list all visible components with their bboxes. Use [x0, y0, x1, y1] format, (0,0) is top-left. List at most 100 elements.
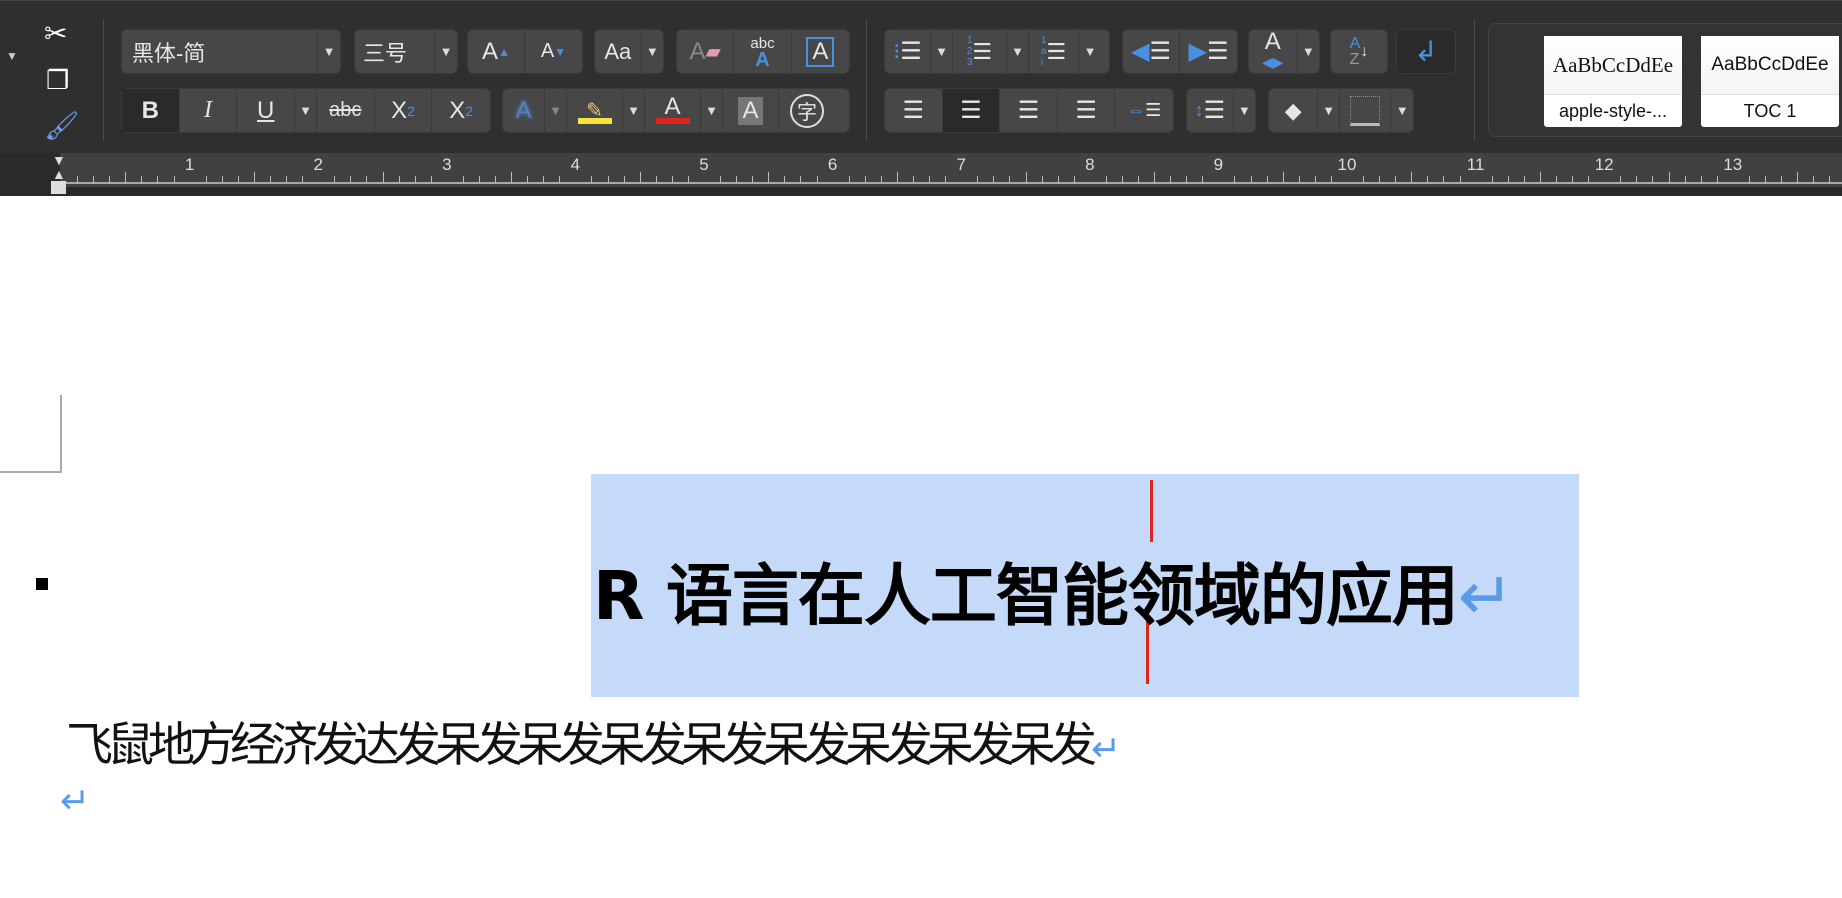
ruler-tick: [1009, 176, 1011, 182]
distributed-button[interactable]: ⇔ ☰: [1115, 89, 1173, 132]
borders-button[interactable]: [1340, 89, 1392, 132]
ruler-tick: [880, 176, 882, 182]
ruler-tick: [1748, 176, 1750, 182]
cut-icon[interactable]: ✂: [44, 17, 67, 50]
ruler-tick: [848, 176, 850, 182]
shading-button[interactable]: ◆: [1269, 89, 1319, 132]
ruler-tick: [1234, 176, 1236, 182]
ruler-tick: [671, 176, 673, 182]
format-painter-icon[interactable]: 🖌: [44, 109, 80, 142]
highlight-button[interactable]: ✎: [567, 89, 623, 132]
ruler-tick: [221, 176, 223, 182]
ruler-tick: [1572, 176, 1574, 182]
multilevel-list-button[interactable]: 1 a i ☰: [1029, 30, 1079, 73]
chevron-down-icon[interactable]: ▼: [318, 30, 340, 73]
align-right-button[interactable]: ☰: [1000, 89, 1058, 132]
align-center-button[interactable]: ☰: [942, 89, 1001, 132]
chevron-down-icon[interactable]: ▼: [623, 89, 645, 132]
numbering-button[interactable]: 1 2 3 ☰: [953, 30, 1007, 73]
ruler-tick: [1443, 176, 1445, 182]
change-case-button[interactable]: Aa: [595, 30, 642, 73]
ruler-tick: [1121, 176, 1123, 182]
divider: [866, 19, 867, 141]
ruler-tick: [430, 176, 432, 182]
ruler-tick: [205, 176, 207, 182]
ruler-tick: [1620, 176, 1622, 182]
character-shading-button[interactable]: A: [723, 89, 779, 132]
font-name-select[interactable]: 黑体-简 ▼: [121, 29, 341, 74]
character-spacing-button[interactable]: A ◀▶: [1249, 29, 1298, 73]
ruler-tick: [816, 176, 818, 182]
chevron-down-icon[interactable]: ▼: [1298, 30, 1319, 73]
text-box-button[interactable]: A: [792, 30, 849, 73]
ruler-tick: [1202, 176, 1204, 182]
ruler-number: 5: [699, 155, 709, 174]
ruler-tick: [1684, 176, 1686, 182]
decrease-indent-button[interactable]: ◀ ☰: [1123, 30, 1181, 73]
chevron-down-icon[interactable]: ▼: [931, 30, 953, 73]
left-indent-marker[interactable]: [51, 181, 66, 194]
superscript-button[interactable]: X2: [432, 89, 490, 132]
strikethrough-button[interactable]: abc: [317, 89, 375, 132]
align-left-button[interactable]: ☰: [885, 89, 943, 132]
ruler-tick: [1330, 176, 1332, 182]
justify-button[interactable]: ☰: [1058, 89, 1116, 132]
ruler-number: 12: [1594, 155, 1614, 174]
divider: [103, 19, 104, 141]
font-size-select[interactable]: 三号 ▼: [354, 29, 458, 74]
ruler-tick: [77, 176, 79, 182]
chevron-down-icon[interactable]: ▼: [295, 89, 317, 132]
ruler-tick: [1700, 176, 1702, 182]
ruler-tick: [591, 176, 593, 182]
increase-indent-button[interactable]: ▶ ☰: [1180, 30, 1237, 73]
collapse-arrow-icon[interactable]: ▼: [6, 49, 18, 63]
text-effects-button[interactable]: A: [503, 89, 545, 132]
chevron-down-icon[interactable]: ▼: [642, 30, 663, 73]
font-name-value: 黑体-简: [122, 30, 318, 73]
chevron-down-icon[interactable]: ▼: [1079, 30, 1101, 73]
chevron-down-icon[interactable]: ▼: [1007, 30, 1029, 73]
ruler-tick: [977, 176, 979, 182]
font-size-value: 三号: [355, 30, 435, 73]
ruler-tick: [720, 176, 722, 182]
chevron-down-icon[interactable]: ▼: [435, 30, 457, 73]
ruler-tick: [1041, 176, 1043, 182]
ruler-tick: [1170, 176, 1172, 182]
subscript-button[interactable]: X2: [375, 89, 433, 132]
style-apple-style[interactable]: AaBbCcDdEe apple-style-...: [1544, 36, 1682, 127]
ruler-number: 7: [956, 155, 966, 174]
chevron-down-icon[interactable]: ▼: [1234, 89, 1255, 132]
enclose-characters-button[interactable]: 字: [779, 89, 835, 132]
copy-icon[interactable]: ❐: [46, 65, 69, 96]
first-line-indent-marker[interactable]: ▼ ▲: [52, 153, 66, 181]
font-color-button[interactable]: A: [645, 89, 701, 132]
style-toc-1[interactable]: AaBbCcDdEe TOC 1: [1701, 36, 1839, 127]
ruler-tick: [1459, 176, 1461, 182]
chevron-down-icon[interactable]: ▼: [701, 89, 723, 132]
line-spacing-button[interactable]: ↕ ☰: [1187, 89, 1234, 132]
clear-formatting-button[interactable]: A ▰: [677, 30, 735, 73]
bullets-button[interactable]: ⁝ ☰: [885, 30, 931, 73]
sort-button[interactable]: A Z ↓: [1331, 30, 1387, 73]
shrink-font-button[interactable]: A ▼: [525, 30, 582, 73]
ruler-tick: [752, 176, 754, 182]
style-name: TOC 1: [1701, 94, 1839, 127]
horizontal-ruler[interactable]: 1 2 3 4 5 6 7 8 9 10 11 12 13 ▼ ▲: [0, 153, 1842, 196]
ruler-tick: [896, 172, 898, 182]
style-name: apple-style-...: [1544, 94, 1682, 127]
ruler-tick: [1105, 176, 1107, 182]
grow-font-button[interactable]: A ▲: [468, 30, 526, 73]
ruler-tick: [623, 176, 625, 182]
body-paragraph[interactable]: 飞鼠地方经济发达发呆发呆发呆发呆发呆发呆发呆发呆发↵: [66, 706, 1121, 775]
ruler-tick: [414, 176, 416, 182]
document-title[interactable]: R 语言在人工智能领域的应用↵: [593, 542, 1514, 639]
italic-button[interactable]: I: [180, 89, 238, 132]
chevron-down-icon[interactable]: ▼: [1391, 89, 1413, 132]
chevron-down-icon[interactable]: ▼: [545, 89, 567, 132]
chevron-down-icon[interactable]: ▼: [1318, 89, 1341, 132]
bold-button[interactable]: B: [122, 89, 180, 132]
phonetic-guide-button[interactable]: abc A: [734, 30, 792, 73]
underline-button[interactable]: U: [237, 89, 296, 132]
show-paragraph-marks-button[interactable]: ↲: [1397, 30, 1455, 73]
ruler-tick: [1781, 176, 1783, 182]
